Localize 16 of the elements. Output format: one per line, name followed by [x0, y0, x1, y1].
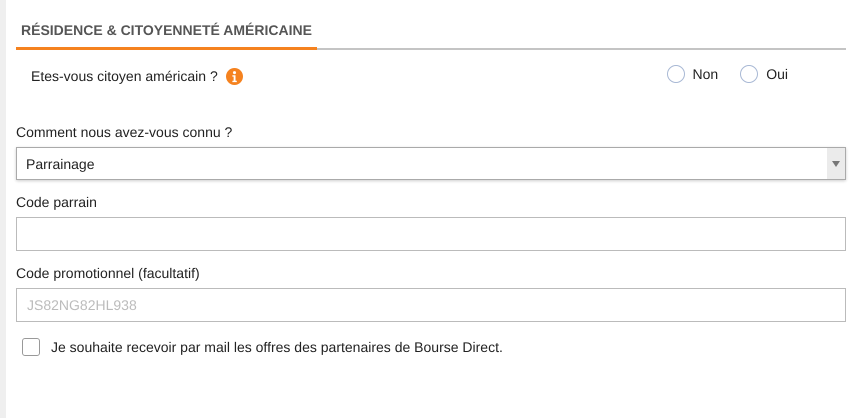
radio-button[interactable]	[740, 65, 758, 83]
field-label: Code parrain	[16, 194, 98, 210]
radio-button[interactable]	[666, 65, 685, 83]
dropdown[interactable]: Parrainage	[16, 147, 846, 180]
caret-icon[interactable]	[832, 160, 840, 166]
question-label: Etes-vous citoyen américain ?	[31, 68, 218, 84]
checkbox[interactable]	[22, 338, 40, 356]
input-field[interactable]	[16, 217, 846, 251]
radio-label[interactable]: Non	[692, 66, 718, 82]
input-field[interactable]: JS82NG82HL938	[16, 288, 846, 322]
field-label: Code promotionnel (facultatif)	[16, 265, 201, 281]
info-icon[interactable]	[226, 68, 243, 85]
field-label: Comment nous avez-vous connu ?	[16, 124, 234, 140]
checkbox-label[interactable]: Je souhaite recevoir par mail les offres des partenaires de Bourse Direct.	[51, 339, 503, 355]
radio-label[interactable]: Oui	[766, 66, 788, 82]
section-title: RÉSIDENCE & CITOYENNETÉ AMÉRICAINE	[16, 22, 317, 50]
